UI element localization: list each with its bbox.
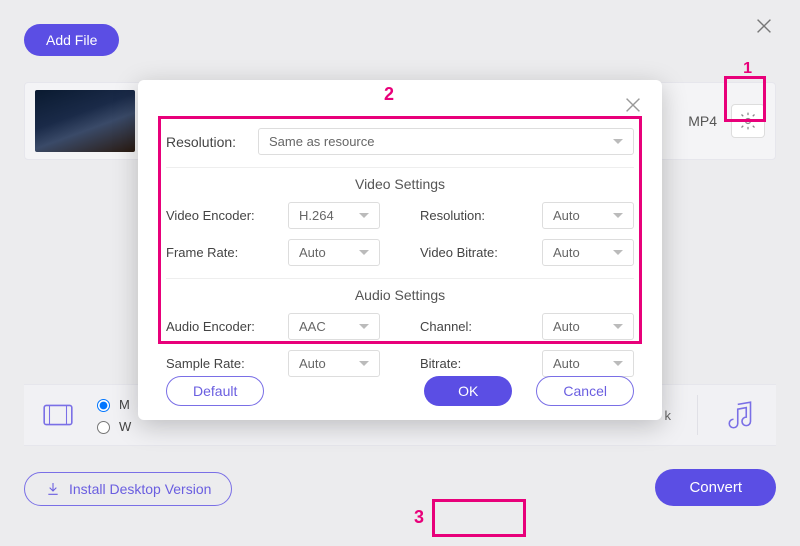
video-encoder-select[interactable]: H.264 [288, 202, 380, 229]
frame-rate-value: Auto [299, 245, 326, 260]
main-resolution-label: Resolution: [166, 134, 246, 150]
close-icon [753, 15, 775, 37]
format-label: MP4 [688, 113, 717, 129]
ok-button[interactable]: OK [424, 376, 512, 406]
video-mode-icon[interactable] [38, 395, 78, 435]
gear-icon [738, 111, 758, 131]
settings-modal: Resolution: Same as resource Video Setti… [138, 80, 662, 420]
convert-button[interactable]: Convert [655, 469, 776, 506]
chevron-down-icon [613, 139, 623, 144]
cancel-button[interactable]: Cancel [536, 376, 634, 406]
audio-encoder-select[interactable]: AAC [288, 313, 380, 340]
video-bitrate-value: Auto [553, 245, 580, 260]
download-icon [45, 481, 61, 497]
radio-input-2[interactable] [97, 421, 110, 434]
video-resolution-value: Auto [553, 208, 580, 223]
chevron-down-icon [613, 250, 623, 255]
audio-channel-select[interactable]: Auto [542, 313, 634, 340]
audio-bitrate-label: Bitrate: [420, 356, 461, 371]
audio-channel-value: Auto [553, 319, 580, 334]
frame-rate-select[interactable]: Auto [288, 239, 380, 266]
audio-channel-label: Channel: [420, 319, 472, 334]
default-button[interactable]: Default [166, 376, 264, 406]
video-thumbnail[interactable] [35, 90, 135, 152]
main-resolution-select[interactable]: Same as resource [258, 128, 634, 155]
annotation-number-3: 3 [414, 507, 424, 528]
add-file-button[interactable]: Add File [24, 24, 119, 56]
audio-mode-icon[interactable] [722, 395, 762, 435]
radio-label-2: W [119, 419, 131, 434]
chevron-down-icon [359, 250, 369, 255]
sample-rate-select[interactable]: Auto [288, 350, 380, 377]
radio-option-1[interactable]: M [92, 396, 131, 412]
audio-settings-heading: Audio Settings [166, 287, 634, 303]
chevron-down-icon [613, 324, 623, 329]
app-root: Add File MP4 1 M W k Install Desktop Ver… [0, 0, 800, 546]
video-settings-heading: Video Settings [166, 176, 634, 192]
audio-bitrate-select[interactable]: Auto [542, 350, 634, 377]
frame-rate-label: Frame Rate: [166, 245, 238, 260]
video-resolution-label: Resolution: [420, 208, 485, 223]
radio-label-1: M [119, 397, 130, 412]
chevron-down-icon [613, 213, 623, 218]
audio-bitrate-value: Auto [553, 356, 580, 371]
video-bitrate-label: Video Bitrate: [420, 245, 498, 260]
chevron-down-icon [613, 361, 623, 366]
sample-rate-value: Auto [299, 356, 326, 371]
install-label: Install Desktop Version [69, 481, 211, 497]
chevron-down-icon [359, 213, 369, 218]
chevron-down-icon [359, 361, 369, 366]
chevron-down-icon [359, 324, 369, 329]
settings-gear-button[interactable] [731, 104, 765, 138]
audio-encoder-value: AAC [299, 319, 326, 334]
sample-rate-label: Sample Rate: [166, 356, 245, 371]
install-desktop-button[interactable]: Install Desktop Version [24, 472, 232, 506]
modal-close-button[interactable] [622, 94, 644, 116]
radio-option-2[interactable]: W [92, 418, 131, 434]
close-icon [622, 94, 644, 116]
audio-encoder-label: Audio Encoder: [166, 319, 255, 334]
video-resolution-select[interactable]: Auto [542, 202, 634, 229]
format-radio-group: M W [92, 396, 131, 434]
annotation-number-2: 2 [384, 84, 394, 105]
video-encoder-label: Video Encoder: [166, 208, 255, 223]
main-resolution-value: Same as resource [269, 134, 375, 149]
video-bitrate-select[interactable]: Auto [542, 239, 634, 266]
radio-input-1[interactable] [97, 399, 110, 412]
divider [697, 395, 698, 435]
annotation-number-1: 1 [743, 60, 752, 78]
bar-right-text: k [665, 408, 672, 423]
video-encoder-value: H.264 [299, 208, 334, 223]
main-close-button[interactable] [752, 14, 776, 38]
